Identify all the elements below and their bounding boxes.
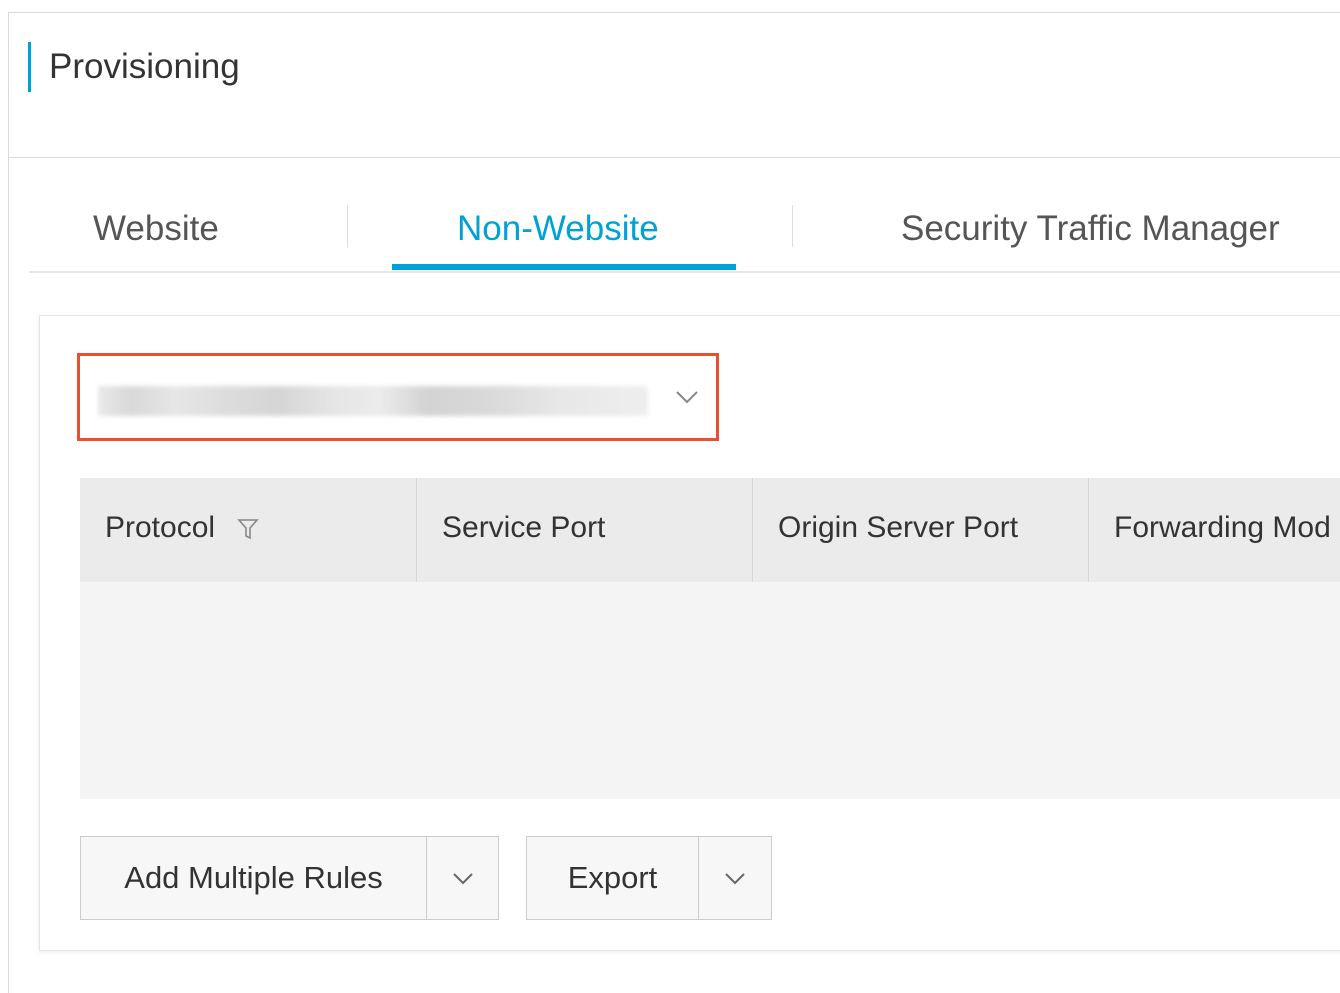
column-header-service-port: Service Port (417, 478, 753, 582)
tab-bar: Website Non-Website Security Traffic Man… (29, 191, 1340, 273)
export-split-button: Export (526, 836, 772, 920)
tab-divider (347, 205, 348, 247)
active-tab-indicator (392, 264, 736, 270)
column-header-protocol: Protocol (80, 478, 417, 582)
chevron-down-icon (725, 873, 745, 885)
tab-security-traffic-manager[interactable]: Security Traffic Manager (901, 209, 1280, 249)
table-header: Protocol Service Port Origin Server Port… (80, 478, 1340, 582)
export-button[interactable]: Export (527, 837, 699, 919)
tab-non-website[interactable]: Non-Website (457, 209, 659, 249)
instance-select-value-redacted (98, 386, 648, 416)
add-multiple-rules-dropdown-toggle[interactable] (427, 837, 498, 919)
tab-divider (792, 205, 793, 247)
tab-website[interactable]: Website (93, 209, 219, 249)
rules-table: Protocol Service Port Origin Server Port… (80, 478, 1340, 799)
page-header: Provisioning (9, 13, 1340, 158)
filter-icon[interactable] (237, 518, 259, 540)
column-label: Origin Server Port (778, 511, 1019, 544)
add-multiple-rules-button[interactable]: Add Multiple Rules (81, 837, 427, 919)
column-label: Forwarding Mod (1114, 511, 1331, 544)
column-label: Protocol (105, 511, 216, 544)
chevron-down-icon (452, 873, 473, 885)
add-multiple-rules-split-button: Add Multiple Rules (80, 836, 499, 920)
rules-card: Protocol Service Port Origin Server Port… (39, 315, 1340, 951)
title-accent-bar (28, 42, 31, 92)
provisioning-panel: Provisioning Website Non-Website Securit… (8, 12, 1340, 993)
export-dropdown-toggle[interactable] (699, 837, 771, 919)
column-header-origin-server-port: Origin Server Port (753, 478, 1089, 582)
chevron-down-icon (676, 391, 698, 404)
column-label: Service Port (442, 511, 606, 544)
page-title: Provisioning (49, 47, 240, 86)
column-header-forwarding-mode: Forwarding Mod (1089, 478, 1340, 582)
instance-select[interactable] (77, 353, 719, 441)
table-body-empty (80, 582, 1340, 799)
